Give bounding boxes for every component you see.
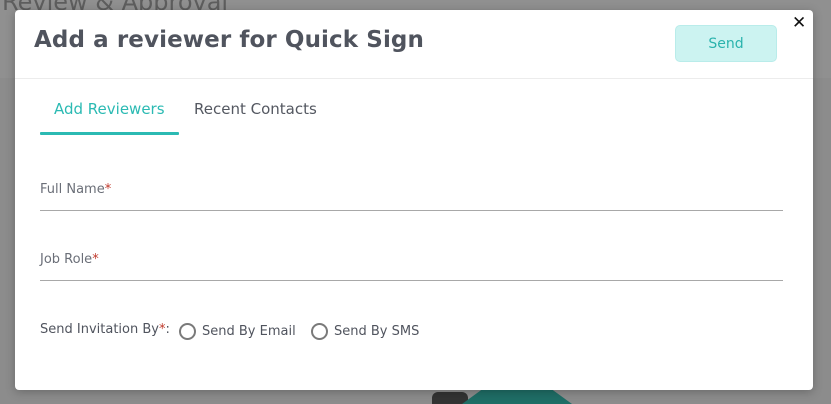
modal-title: Add a reviewer for Quick Sign xyxy=(34,27,424,53)
full-name-label: Full Name* xyxy=(40,182,111,197)
send-invitation-suffix: : xyxy=(165,322,170,337)
send-by-email-radio[interactable]: Send By Email xyxy=(179,320,296,342)
close-icon[interactable]: ✕ xyxy=(792,14,806,32)
tab-recent-contacts[interactable]: Recent Contacts xyxy=(194,100,317,118)
radio-icon[interactable] xyxy=(311,322,328,340)
required-mark: * xyxy=(104,182,112,197)
add-reviewer-modal: Add a reviewer for Quick Sign Send ✕ Add… xyxy=(15,10,813,390)
full-name-field[interactable]: Full Name* xyxy=(40,180,783,211)
send-invitation-label-text: Send Invitation By xyxy=(40,322,159,337)
modal-header: Add a reviewer for Quick Sign Send ✕ xyxy=(15,10,813,79)
send-by-sms-label: Send By SMS xyxy=(334,323,420,339)
job-role-field[interactable]: Job Role* xyxy=(40,250,783,281)
send-button[interactable]: Send xyxy=(675,25,777,62)
active-tab-indicator xyxy=(40,132,179,135)
radio-icon[interactable] xyxy=(179,322,196,340)
reviewer-tabs: Add Reviewers Recent Contacts xyxy=(40,88,400,136)
job-role-label-text: Job Role xyxy=(40,252,93,267)
full-name-label-text: Full Name xyxy=(40,182,105,197)
tab-add-reviewers[interactable]: Add Reviewers xyxy=(54,100,165,118)
send-by-email-label: Send By Email xyxy=(202,323,296,339)
background-illustration-dark xyxy=(432,392,468,404)
background-illustration-teal xyxy=(462,388,572,404)
send-by-sms-radio[interactable]: Send By SMS xyxy=(311,320,419,342)
job-role-label: Job Role* xyxy=(40,252,99,267)
required-mark: * xyxy=(92,252,99,267)
send-invitation-label: Send Invitation By*: xyxy=(40,322,170,337)
send-invitation-row: Send Invitation By*: Send By Email Send … xyxy=(40,320,640,342)
